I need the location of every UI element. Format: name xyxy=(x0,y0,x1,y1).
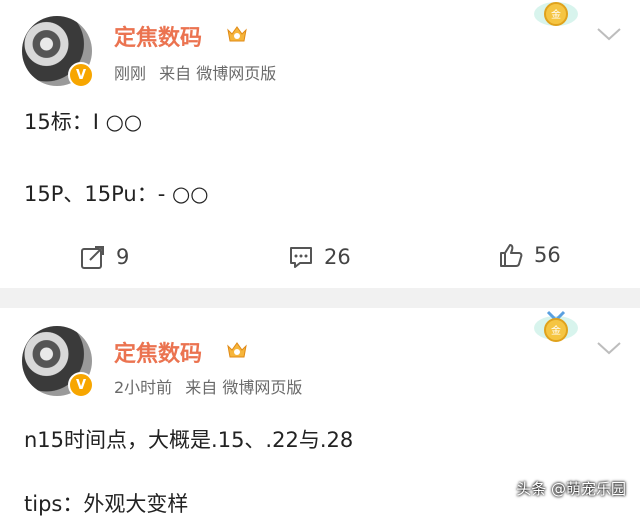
gold-medal-icon: 金 xyxy=(534,310,578,342)
like-button[interactable]: 56 xyxy=(498,242,561,268)
comment-count: 26 xyxy=(324,245,351,269)
post-text-line: n15时间点，大概是.15、.22与.28 xyxy=(24,428,354,452)
like-count: 56 xyxy=(534,243,561,267)
post-text-line: tips：外观大变样 xyxy=(24,492,189,516)
post-meta: 刚刚 来自 微博网页版 xyxy=(114,60,276,84)
weibo-post: V 定焦数码 刚刚 来自 微博网页版 金 15标：I ○○ 15P、15Pu：-… xyxy=(0,0,640,288)
svg-text:金: 金 xyxy=(551,324,561,337)
v-badge-icon: V xyxy=(68,62,94,88)
comment-button[interactable]: 26 xyxy=(288,244,351,270)
post-source[interactable]: 来自 微博网页版 xyxy=(159,64,276,83)
watermark: 头条 @萌宠乐园 xyxy=(516,480,626,498)
repost-button[interactable]: 9 xyxy=(80,244,129,270)
svg-text:金: 金 xyxy=(551,8,561,21)
comment-icon xyxy=(290,247,312,268)
repost-icon xyxy=(81,246,104,269)
chevron-down-icon[interactable] xyxy=(596,340,622,356)
vip-crown-icon xyxy=(227,342,247,358)
vip-crown-icon xyxy=(227,26,247,42)
post-time: 刚刚 xyxy=(114,64,147,83)
post-source[interactable]: 来自 微博网页版 xyxy=(185,378,302,397)
post-text-line: 15标：I ○○ xyxy=(24,110,143,134)
post-time: 2小时前 xyxy=(114,378,173,397)
thumbs-up-icon xyxy=(500,244,523,267)
avatar[interactable]: V xyxy=(22,326,94,398)
username[interactable]: 定焦数码 xyxy=(114,20,202,52)
repost-count: 9 xyxy=(116,245,130,269)
chevron-down-icon[interactable] xyxy=(596,26,622,42)
action-bar: 9 26 56 xyxy=(0,238,640,278)
post-meta: 2小时前 来自 微博网页版 xyxy=(114,374,302,398)
v-badge-icon: V xyxy=(68,372,94,398)
post-text-line: 15P、15Pu：- ○○ xyxy=(24,182,209,206)
gold-medal-icon: 金 xyxy=(534,2,578,26)
post-divider xyxy=(0,288,640,308)
avatar[interactable]: V xyxy=(22,16,94,88)
username[interactable]: 定焦数码 xyxy=(114,336,202,368)
